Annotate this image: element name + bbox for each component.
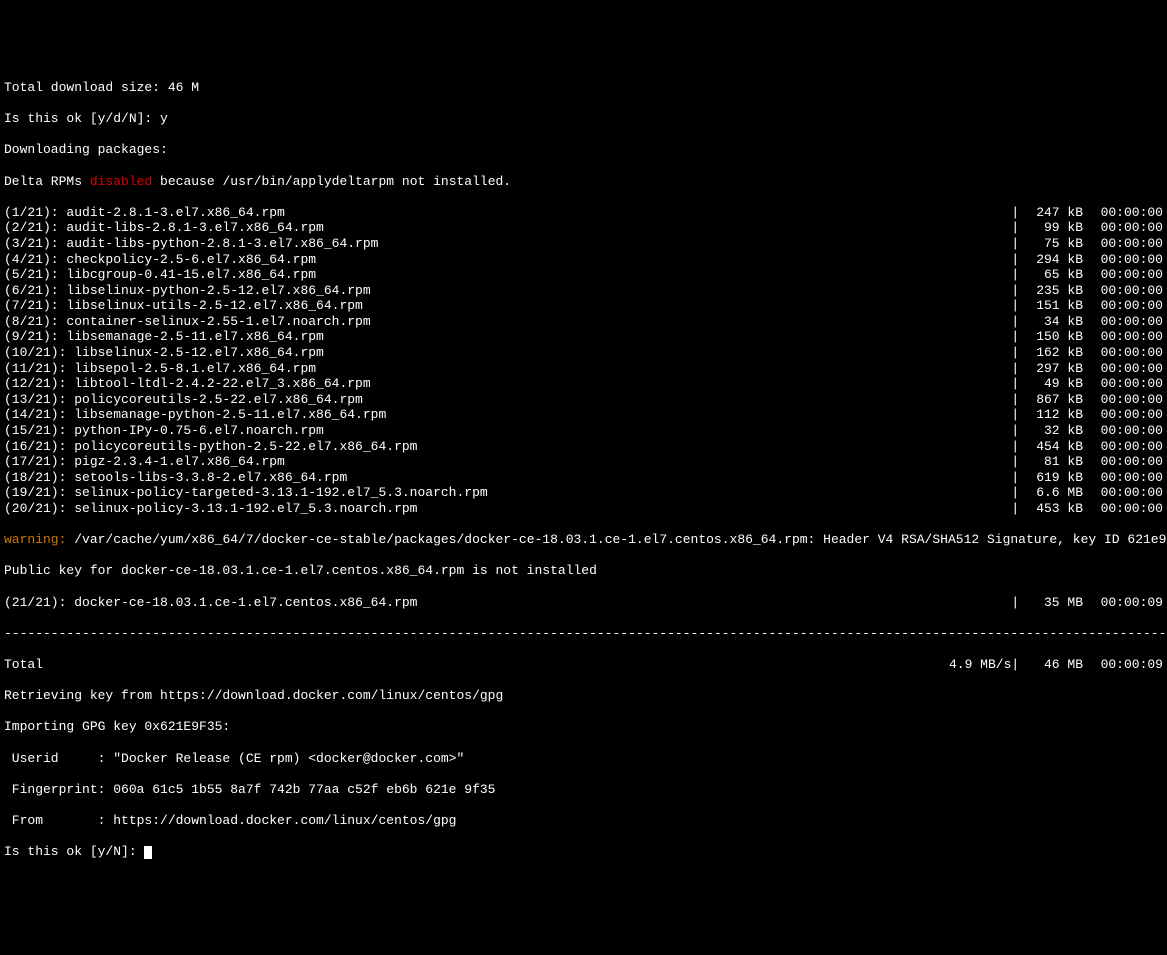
terminal-output: Total download size: 46 M Is this ok [y/… [4, 64, 1163, 875]
total-row: Total4.9 MB/s | 46 MB00:00:09 [4, 657, 1163, 673]
gpg-fingerprint: Fingerprint: 060a 61c5 1b55 8a7f 742b 77… [4, 782, 1163, 798]
package-row: (11/21): libsepol-2.5-8.1.el7.x86_64.rpm… [4, 361, 1163, 377]
package-row: (1/21): audit-2.8.1-3.el7.x86_64.rpm| 24… [4, 205, 1163, 221]
package-row: (8/21): container-selinux-2.55-1.el7.noa… [4, 314, 1163, 330]
importing-key: Importing GPG key 0x621E9F35: [4, 719, 1163, 735]
divider: ----------------------------------------… [4, 626, 1163, 642]
package-row: (12/21): libtool-ltdl-2.4.2-22.el7_3.x86… [4, 376, 1163, 392]
cursor-icon [144, 846, 152, 859]
delta-rpm-line: Delta RPMs disabled because /usr/bin/app… [4, 174, 1163, 190]
package-row: (18/21): setools-libs-3.3.8-2.el7.x86_64… [4, 470, 1163, 486]
package-row: (7/21): libselinux-utils-2.5-12.el7.x86_… [4, 298, 1163, 314]
package-row: (15/21): python-IPy-0.75-6.el7.noarch.rp… [4, 423, 1163, 439]
package-row: (20/21): selinux-policy-3.13.1-192.el7_5… [4, 501, 1163, 517]
package-row: (21/21): docker-ce-18.03.1.ce-1.el7.cent… [4, 595, 1163, 611]
package-row: (14/21): libsemanage-python-2.5-11.el7.x… [4, 407, 1163, 423]
package-row: (4/21): checkpolicy-2.5-6.el7.x86_64.rpm… [4, 252, 1163, 268]
package-row: (19/21): selinux-policy-targeted-3.13.1-… [4, 485, 1163, 501]
package-row: (2/21): audit-libs-2.8.1-3.el7.x86_64.rp… [4, 220, 1163, 236]
package-row: (10/21): libselinux-2.5-12.el7.x86_64.rp… [4, 345, 1163, 361]
confirm-prompt-2[interactable]: Is this ok [y/N]: [4, 844, 1163, 860]
package-row: (6/21): libselinux-python-2.5-12.el7.x86… [4, 283, 1163, 299]
package-row: (13/21): policycoreutils-2.5-22.el7.x86_… [4, 392, 1163, 408]
pubkey-line: Public key for docker-ce-18.03.1.ce-1.el… [4, 563, 1163, 579]
total-download-size: Total download size: 46 M [4, 80, 1163, 96]
warning-line: warning: /var/cache/yum/x86_64/7/docker-… [4, 532, 1163, 548]
retrieving-key: Retrieving key from https://download.doc… [4, 688, 1163, 704]
package-list: (1/21): audit-2.8.1-3.el7.x86_64.rpm| 24… [4, 205, 1163, 517]
disabled-text: disabled [90, 174, 152, 189]
downloading-label: Downloading packages: [4, 142, 1163, 158]
package-row: (17/21): pigz-2.3.4-1.el7.x86_64.rpm| 81… [4, 454, 1163, 470]
package-row: (16/21): policycoreutils-python-2.5-22.e… [4, 439, 1163, 455]
confirm-prompt-1: Is this ok [y/d/N]: y [4, 111, 1163, 127]
package-row: (5/21): libcgroup-0.41-15.el7.x86_64.rpm… [4, 267, 1163, 283]
gpg-userid: Userid : "Docker Release (CE rpm) <docke… [4, 751, 1163, 767]
warning-prefix: warning: [4, 532, 66, 547]
gpg-from: From : https://download.docker.com/linux… [4, 813, 1163, 829]
package-row: (3/21): audit-libs-python-2.8.1-3.el7.x8… [4, 236, 1163, 252]
package-row: (9/21): libsemanage-2.5-11.el7.x86_64.rp… [4, 329, 1163, 345]
